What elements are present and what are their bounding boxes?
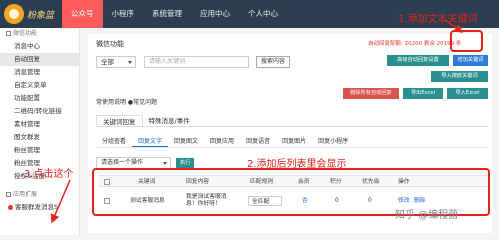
sidebar-group-wechat: 微信功能: [0, 28, 79, 40]
add-keyword-button[interactable]: 增加关键词: [453, 55, 488, 66]
sidebar-item-function-config[interactable]: 功能配置: [0, 92, 79, 105]
watermark: 知乎 @编程菌: [395, 210, 459, 221]
sidebar-item-message-manage[interactable]: 消息管理: [0, 66, 79, 79]
subtab-image[interactable]: 回复图片: [276, 137, 312, 147]
reply-tabs: 关键词回复 特殊消息/事件: [96, 115, 488, 127]
chevron-down-icon: [128, 61, 132, 64]
sidebar-item-customer-service[interactable]: 客服群发消息S: [0, 201, 79, 214]
subtab-voice[interactable]: 回复语音: [240, 137, 276, 147]
folder-icon: [6, 31, 11, 36]
sidebar-item-mass-send[interactable]: 图文群发: [0, 131, 79, 144]
nav-system[interactable]: 系统管理: [143, 0, 191, 28]
dot-icon: [8, 204, 13, 210]
batch-action-value: 请选择一个操作: [101, 159, 144, 166]
sidebar-item-auto-reply[interactable]: 自动回复: [0, 53, 79, 66]
tab-keyword-reply[interactable]: 关键词回复: [96, 115, 143, 126]
sidebar-group-label: 微信功能: [13, 30, 38, 37]
subtab-news[interactable]: 回复图文: [168, 137, 204, 147]
sidebar-item-custom-menu[interactable]: 自定义菜单: [0, 79, 79, 92]
page-title: 微信功能: [96, 40, 124, 48]
top-nav: 公众号 小程序 系统管理 应用中心 个人中心: [62, 0, 287, 28]
annotation-box-add-keyword: [450, 30, 483, 52]
sidebar-item-fans[interactable]: 粉丝管理: [0, 144, 79, 157]
import-excel-button[interactable]: 导入Excel: [447, 88, 488, 99]
keyword-search-input[interactable]: 请输入关键词: [144, 56, 249, 68]
advanced-settings-button[interactable]: 高级自动回复设置: [387, 55, 449, 66]
sidebar-item-message-center[interactable]: 消息中心: [0, 40, 79, 53]
logo: 粉象篮: [4, 4, 64, 24]
sidebar-item-qrcode[interactable]: 二维码/转化链接: [0, 105, 79, 118]
subtab-text[interactable]: 回复文字: [132, 137, 169, 147]
sidebar-group-label: 应用扩展: [13, 191, 38, 198]
subtab-mini-program[interactable]: 回复小程序: [312, 137, 354, 147]
search-button[interactable]: 搜索内容: [256, 56, 291, 68]
subtab-group-view[interactable]: 分组查看: [96, 137, 132, 147]
nav-app-center[interactable]: 应用中心: [191, 0, 239, 28]
logo-text: 粉象篮: [27, 11, 55, 21]
filter-select-value: 全部: [101, 58, 114, 66]
annotation-step2: 2.添加后列表里会显示: [247, 159, 347, 170]
logo-icon: [4, 4, 24, 24]
help-links[interactable]: 常使用说明 ●常见问题: [96, 97, 157, 106]
export-excel-button[interactable]: 导出Excel: [403, 88, 443, 99]
annotation-step3: 3.点击这个: [24, 169, 74, 180]
chevron-down-icon: [163, 162, 167, 165]
apps-icon: [6, 192, 11, 197]
sidebar-item-label: 客服群发消息S: [15, 203, 59, 211]
nav-personal[interactable]: 个人中心: [239, 0, 287, 28]
sidebar: 微信功能 消息中心 自动回复 消息管理 自定义菜单 功能配置 二维码/转化链接 …: [0, 28, 80, 235]
nav-official-account[interactable]: 公众号: [62, 0, 103, 28]
subtab-app[interactable]: 回复应用: [204, 137, 240, 147]
import-keyword-button[interactable]: 导入撩欧关键词: [431, 71, 488, 82]
tab-special-events[interactable]: 特殊消息/事件: [143, 115, 196, 126]
sidebar-group-extend: 应用扩展: [0, 189, 79, 201]
delete-all-button[interactable]: 删除所有自动回复: [343, 88, 399, 99]
annotation-step1: 1.添加文本关键词: [398, 14, 478, 25]
filter-select[interactable]: 全部: [96, 56, 136, 68]
nav-mini-program[interactable]: 小程序: [103, 0, 144, 28]
sidebar-item-material[interactable]: 素材管理: [0, 118, 79, 131]
reply-subtabs: 分组查看 回复文字 回复图文 回复应用 回复语音 回复图片 回复小程序: [96, 137, 488, 148]
